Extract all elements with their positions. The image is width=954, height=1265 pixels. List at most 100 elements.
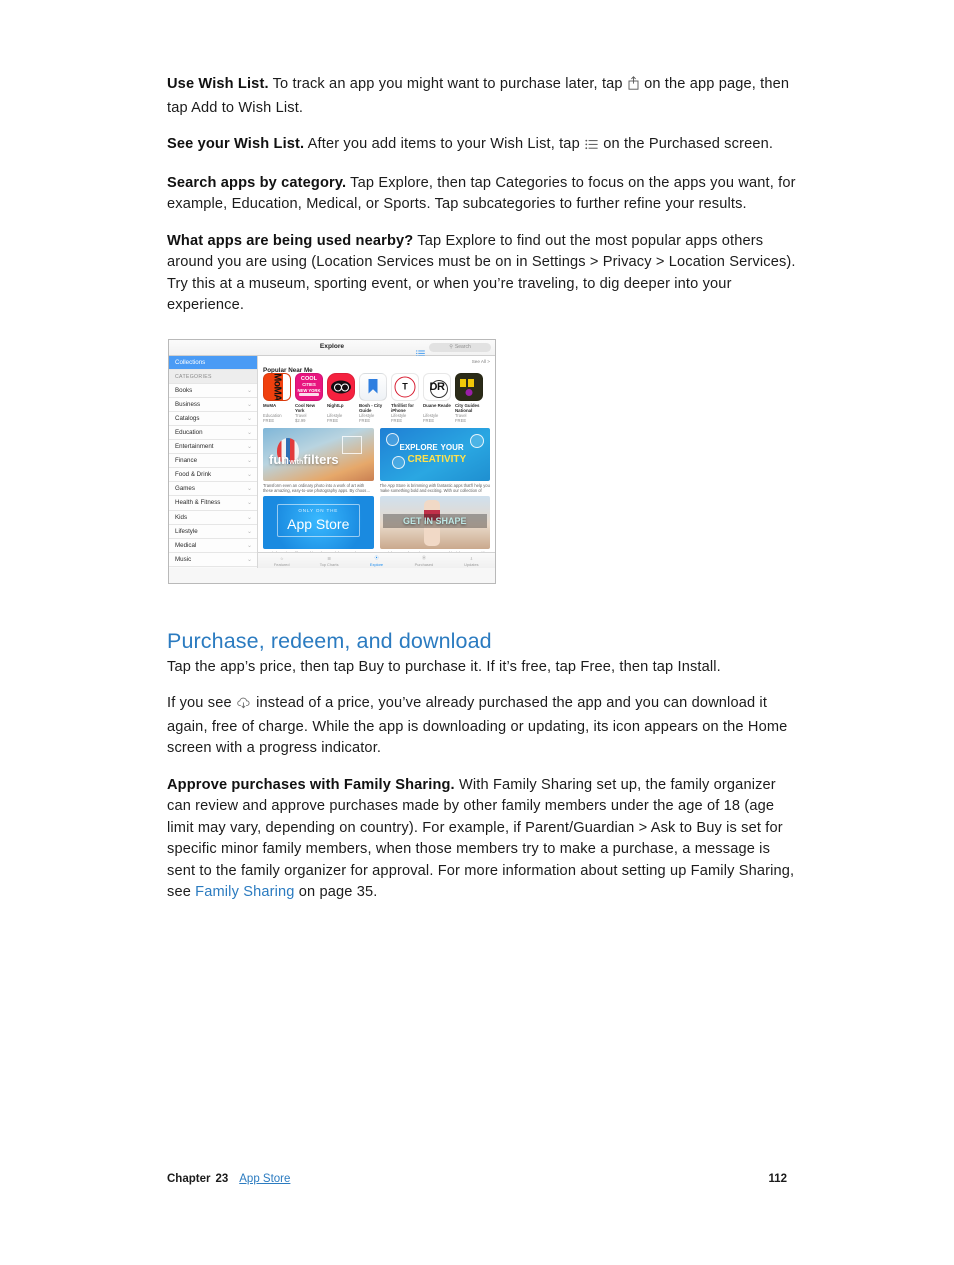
tab-label: Top Charts <box>319 561 339 567</box>
sidebar-item-catalogs[interactable]: Catalogs ⌄ <box>169 411 257 426</box>
cool-new-york-app-icon: COOL CITIES NEW YORK <box>295 372 323 401</box>
app-name: Thrillist for iPhone <box>391 402 414 413</box>
paragraph-text: If you see <box>167 695 236 711</box>
tab-purchased[interactable]: Ⓜ Purchased <box>400 553 447 568</box>
banner-title-a: ONLY ON THE <box>298 508 339 514</box>
app-name: City Guides National <box>455 402 480 413</box>
tab-featured[interactable]: ☆ Featured <box>258 553 305 568</box>
chevron-down-icon: ⌄ <box>246 458 252 465</box>
sidebar-section-label: CATEGORIES <box>175 373 212 380</box>
paragraph-search-apps-by-category: Search apps by category. Tap Explore, th… <box>167 173 799 216</box>
app-name: Bosh - City Guide <box>359 402 383 413</box>
tab-label: Updates <box>464 561 479 567</box>
only-on-app-store-banner-image: ONLY ON THE App Store <box>263 496 374 550</box>
sidebar-item-music[interactable]: Music ⌄ <box>169 552 257 567</box>
sidebar-item-education[interactable]: Education ⌄ <box>169 425 257 441</box>
sidebar-item-collections[interactable]: Collections <box>169 355 257 370</box>
paragraph-text-after: on page 35. <box>294 884 378 900</box>
tab-updates[interactable]: ⇩ Updates <box>448 553 495 568</box>
sidebar-item-finance[interactable]: Finance ⌄ <box>169 454 257 469</box>
banner-caption: Transform even an ordinary photo into a … <box>263 483 371 494</box>
duane-reade-app-icon: DR <box>423 372 451 401</box>
sidebar-item-label: Medical <box>175 541 197 549</box>
banner-card[interactable]: funwithfilters Transform even an ordinar… <box>263 428 374 493</box>
chevron-down-icon: ⌄ <box>246 556 252 563</box>
tab-top-charts[interactable]: ☰ Top Charts <box>305 553 352 568</box>
chevron-down-icon: ⌄ <box>246 500 252 507</box>
banner-title-a: GET IN SHAPE <box>402 516 467 527</box>
app-name: NightLp <box>327 402 344 408</box>
paragraph-lead: Use Wish List. <box>167 76 269 92</box>
see-all-link[interactable]: See All > <box>472 359 490 364</box>
popular-near-me-header: Popular Near Me See All > <box>258 356 495 374</box>
app-name: Cool New York <box>295 402 316 413</box>
app-tile[interactable]: NightLp Lifestyle FREE <box>327 372 355 424</box>
sidebar-item-books[interactable]: Books ⌄ <box>169 383 257 398</box>
app-price: FREE <box>263 417 275 423</box>
app-tile[interactable]: City Guides National Travel FREE <box>455 372 483 424</box>
nightlp-app-icon <box>327 372 355 401</box>
tab-explore[interactable]: ⦿ Explore <box>353 553 400 568</box>
chevron-down-icon: ⌄ <box>246 514 252 521</box>
icloud-download-icon <box>237 695 251 717</box>
screenshot-main-pane: Popular Near Me See All > MoMA MoMA Educ… <box>258 355 495 568</box>
sidebar-item-games[interactable]: Games ⌄ <box>169 482 257 497</box>
paragraph-text: Tap the app’s price, then tap Buy to pur… <box>167 658 721 675</box>
app-tile[interactable]: MoMA MoMA Education FREE <box>263 372 291 424</box>
page-content: Use Wish List. To track an app you might… <box>167 74 799 919</box>
chevron-down-icon: ⌄ <box>246 429 252 436</box>
tab-label: Explore <box>369 561 384 567</box>
tab-label: Purchased <box>414 561 434 567</box>
chevron-down-icon: ⌄ <box>246 472 252 479</box>
sidebar-item-label: Finance <box>175 457 198 465</box>
banner-title-a: fun <box>269 452 290 468</box>
paragraph-text-continued: instead of a price, you’ve already purch… <box>167 695 788 756</box>
sidebar-item-business[interactable]: Business ⌄ <box>169 397 257 412</box>
screenshot-navbar: Explore ⚲ Search <box>169 339 495 357</box>
sidebar-item-label: Business <box>175 400 201 408</box>
banner-title-b: YOUR <box>440 443 464 453</box>
explore-creativity-banner-image: EXPLORE YOUR CREATIVITY <box>379 428 490 482</box>
paragraph-text-continued: on the Purchased screen. <box>599 136 774 152</box>
tab-label: Featured <box>273 561 290 567</box>
app-tile[interactable]: COOL CITIES NEW YORK Cool New York Travel … <box>295 372 323 424</box>
family-sharing-link[interactable]: Family Sharing <box>195 884 294 900</box>
sidebar-item-food-and-drink[interactable]: Food & Drink ⌄ <box>169 468 257 483</box>
sidebar-item-health-and-fitness[interactable]: Health & Fitness ⌄ <box>169 496 257 511</box>
search-input[interactable]: ⚲ Search <box>429 342 491 352</box>
app-tile[interactable]: Bosh - City Guide Lifestyle FREE <box>359 372 387 424</box>
app-tile[interactable]: DR Duane Reade Lifestyle FREE <box>423 372 451 424</box>
banner-title-b: with <box>289 459 304 467</box>
moma-app-icon: MoMA <box>263 372 291 401</box>
sidebar-item-label: Food & Drink <box>175 471 212 479</box>
paragraph-text: To track an app you might want to purcha… <box>268 76 627 92</box>
banner-card[interactable]: EXPLORE YOUR CREATIVITY The App Store is… <box>379 428 490 493</box>
paragraph-lead: What apps are being used nearby? <box>167 232 414 249</box>
figure-app-store-explore: Check out apps in your areas of interest… <box>167 338 799 629</box>
paragraph-section-intro: Tap the app’s price, then tap Buy to pur… <box>167 657 799 679</box>
paragraph-text: After you add items to your Wish List, t… <box>304 136 585 152</box>
sidebar-item-entertainment[interactable]: Entertainment ⌄ <box>169 440 257 455</box>
chevron-down-icon: ⌄ <box>246 415 252 422</box>
sidebar-item-label: Catalogs <box>175 414 200 422</box>
sidebar-item-kids[interactable]: Kids ⌄ <box>169 510 257 525</box>
sidebar-item-label: Books <box>175 386 193 394</box>
footer-chapter-label: Chapter <box>167 1173 211 1185</box>
sidebar-item-label: Games <box>175 485 195 493</box>
footer-chapter-title-link[interactable]: App Store <box>239 1173 290 1185</box>
sidebar-item-lifestyle[interactable]: Lifestyle ⌄ <box>169 524 257 539</box>
paragraph-lead: Approve purchases with Family Sharing. <box>167 776 455 793</box>
chevron-down-icon: ⌄ <box>246 486 252 493</box>
banner-title-a: EXPLORE <box>399 443 438 453</box>
app-price: FREE <box>391 417 403 423</box>
banner-row: funwithfilters Transform even an ordinar… <box>263 428 490 493</box>
chevron-down-icon: ⌄ <box>246 542 252 549</box>
fun-with-filters-banner-image: funwithfilters <box>263 428 374 482</box>
paragraph-icloud-download: If you see instead of a price, you’ve al… <box>167 693 799 760</box>
app-tile[interactable]: T Thrillist for iPhone Lifestyle FREE <box>391 372 419 424</box>
sidebar-item-label: Music <box>175 555 192 563</box>
page-title: Purchase, redeem, and download <box>167 628 492 653</box>
footer-chapter-number: 23 <box>215 1173 229 1185</box>
sidebar-item-medical[interactable]: Medical ⌄ <box>169 538 257 553</box>
chevron-down-icon: ⌄ <box>246 387 252 394</box>
